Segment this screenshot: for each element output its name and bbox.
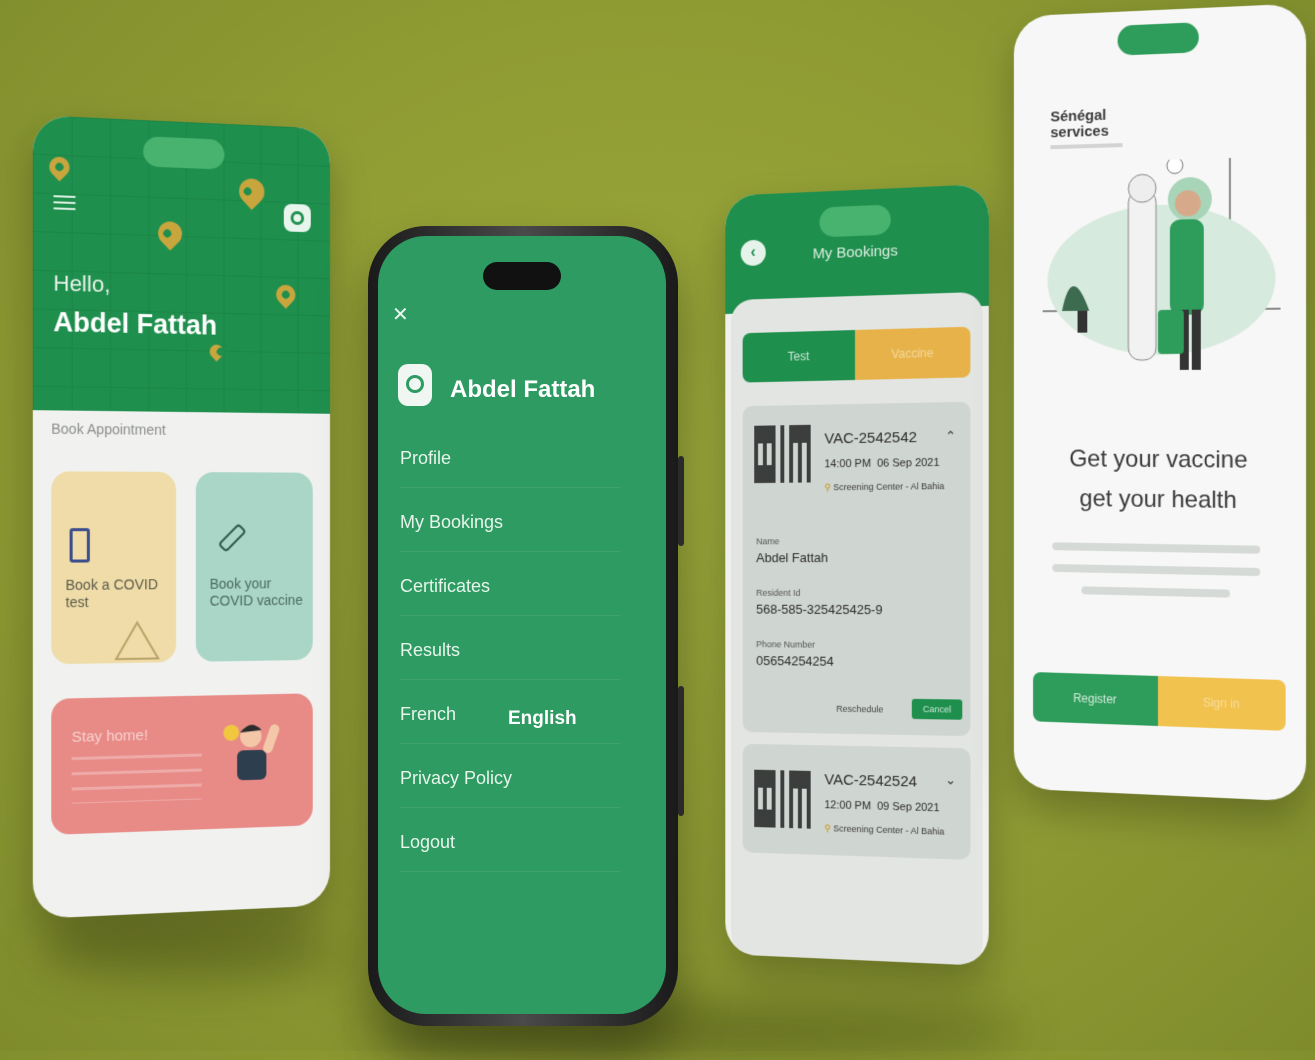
banner-title: Stay home! <box>71 726 149 746</box>
booking-date: 09 Sep 2021 <box>877 800 940 815</box>
home-screen: Hello, Abdel Fattah Book Appointment Boo… <box>32 115 331 919</box>
reschedule-link[interactable]: Reschedule <box>836 704 883 715</box>
field-value: 05654254254 <box>756 653 834 669</box>
description-placeholder <box>1052 542 1261 558</box>
dynamic-island <box>483 262 561 290</box>
notch <box>1117 22 1199 56</box>
brand-tagline-placeholder <box>1050 143 1123 150</box>
booking-id: VAC-2542542 <box>824 428 917 448</box>
greeting: Hello, <box>53 270 111 298</box>
notch <box>819 204 891 238</box>
hamburger-menu-icon[interactable] <box>53 191 76 214</box>
triangle-decoration <box>114 620 160 661</box>
booking-time: 14:00 PM <box>824 457 871 471</box>
field-label: Resident Id <box>756 587 801 598</box>
notch <box>143 136 225 170</box>
sign-in-button[interactable]: Sign in <box>1157 676 1286 731</box>
field-label: Name <box>756 536 780 547</box>
language-option-english[interactable]: English <box>508 708 577 730</box>
booking-location: ⚲ Screening Center - Al Bahia <box>824 481 944 493</box>
description-placeholder <box>1052 563 1261 580</box>
field-value: Abdel Fattah <box>756 550 829 566</box>
vaccination-illustration <box>1043 157 1281 370</box>
menu-item-results[interactable]: Results <box>400 640 620 680</box>
register-button[interactable]: Register <box>1033 672 1158 726</box>
book-covid-vaccine-card[interactable]: Book your COVID vaccine <box>195 472 313 662</box>
menu-item-my-bookings[interactable]: My Bookings <box>400 512 620 552</box>
volume-button <box>678 456 684 546</box>
tab-test[interactable]: Test <box>742 330 855 383</box>
onboarding-screen: Sénégal services Get your vaccine get yo… <box>1013 3 1307 802</box>
qr-code <box>754 424 811 484</box>
location-pin-icon: ⚲ <box>824 482 831 493</box>
book-covid-test-card[interactable]: Book a COVID test <box>51 471 177 665</box>
field-label: Phone Number <box>756 639 816 650</box>
booking-location: ⚲ Screening Center - Al Bahia <box>824 823 944 838</box>
description-placeholder <box>1081 586 1230 601</box>
person-illustration <box>223 723 281 781</box>
syringe-icon <box>217 523 247 553</box>
profile-avatar-icon[interactable] <box>283 203 311 233</box>
card-label: Book your COVID vaccine <box>209 575 303 609</box>
phone-device: ✕ Abdel Fattah Profile My Bookings Certi… <box>368 226 684 1026</box>
auth-buttons: Register Sign in <box>1033 672 1286 731</box>
shadow <box>40 920 340 980</box>
cancel-button[interactable]: Cancel <box>911 698 963 720</box>
location-text: Screening Center - Al Bahia <box>833 823 945 837</box>
banner-text-placeholder <box>71 753 202 804</box>
tab-vaccine[interactable]: Vaccine <box>855 326 971 380</box>
menu-item-profile[interactable]: Profile <box>400 448 620 488</box>
booking-datetime: 12:00 PM 09 Sep 2021 <box>824 799 939 814</box>
chevron-down-icon[interactable]: ⌄ <box>945 772 956 788</box>
brand-logo: Sénégal services <box>1050 107 1109 142</box>
section-title: Book Appointment <box>51 420 166 438</box>
user-name: Abdel Fattah <box>53 306 218 341</box>
field-value: 568-585-325425425-9 <box>756 601 883 618</box>
home-header: Hello, Abdel Fattah <box>32 115 331 414</box>
menu-item-privacy-policy[interactable]: Privacy Policy <box>400 768 620 808</box>
menu-screen: ✕ Abdel Fattah Profile My Bookings Certi… <box>378 236 666 1014</box>
card-label: Book a COVID test <box>65 576 159 611</box>
stay-home-banner[interactable]: Stay home! <box>51 693 313 835</box>
brand-line2: services <box>1050 122 1109 142</box>
user-name: Abdel Fattah <box>450 376 596 403</box>
headline-line2: get your health <box>1079 485 1237 515</box>
menu-item-certificates[interactable]: Certificates <box>400 576 620 616</box>
avatar-icon <box>398 364 432 406</box>
location-pin-icon: ⚲ <box>824 823 831 834</box>
close-icon[interactable]: ✕ <box>392 302 409 327</box>
test-tube-icon <box>69 528 90 563</box>
booking-date: 06 Sep 2021 <box>877 456 940 470</box>
booking-time: 12:00 PM <box>824 799 871 813</box>
qr-code <box>754 769 811 829</box>
booking-card[interactable]: VAC-2542524 ⌄ 12:00 PM 09 Sep 2021 ⚲ Scr… <box>742 743 971 860</box>
bookings-screen: ‹ My Bookings Test Vaccine VAC-2542542 ⌃… <box>725 183 989 967</box>
booking-id: VAC-2542524 <box>824 771 917 791</box>
menu-item-logout[interactable]: Logout <box>400 832 620 872</box>
headline-line1: Get your vaccine <box>1069 445 1248 474</box>
booking-datetime: 14:00 PM 06 Sep 2021 <box>824 457 939 471</box>
location-text: Screening Center - Al Bahia <box>833 481 945 493</box>
chevron-up-icon[interactable]: ⌃ <box>945 428 956 444</box>
side-button <box>678 686 684 816</box>
booking-card[interactable]: VAC-2542542 ⌃ 14:00 PM 06 Sep 2021 ⚲ Scr… <box>742 401 971 737</box>
booking-type-tabs: Test Vaccine <box>742 326 971 383</box>
page-title: My Bookings <box>812 242 898 263</box>
